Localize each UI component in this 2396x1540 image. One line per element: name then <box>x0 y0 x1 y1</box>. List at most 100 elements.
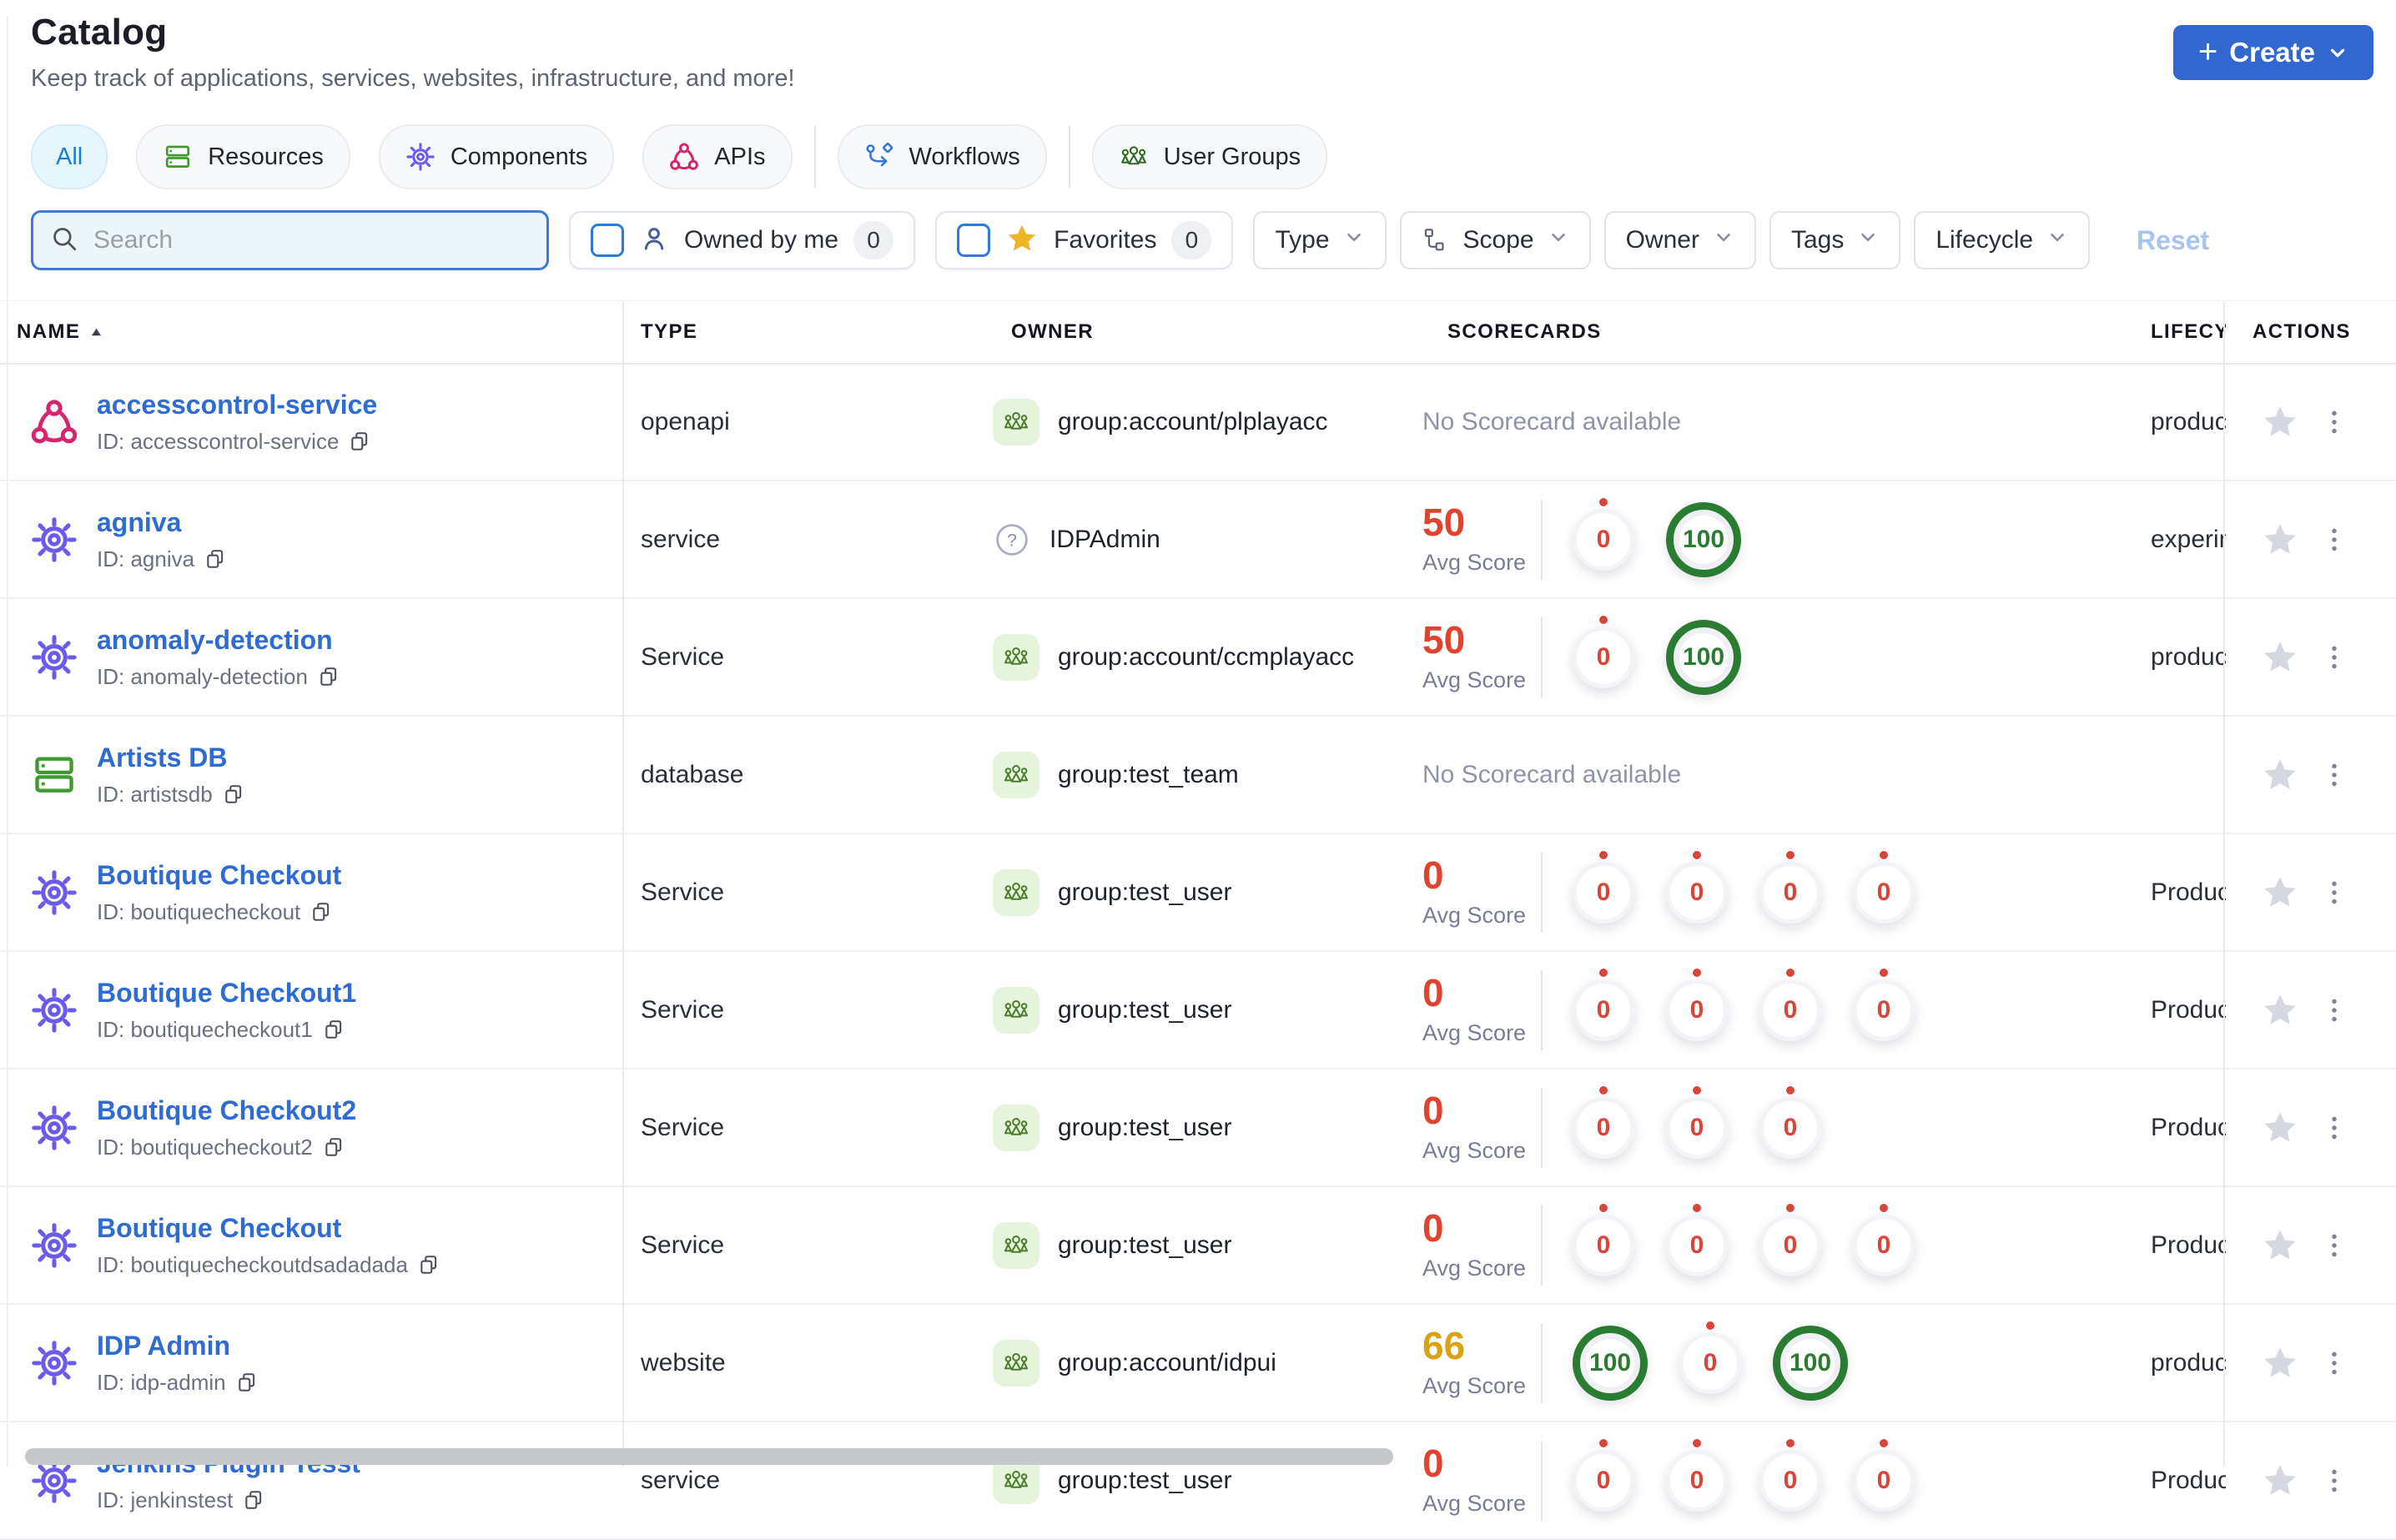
scorecard-circle[interactable]: 0 <box>1853 1203 1915 1276</box>
filter-dropdown-lifecycle[interactable]: Lifecycle <box>1914 211 2091 269</box>
search-input[interactable] <box>92 225 479 255</box>
lifecycle-cell: Production <box>2151 1113 2226 1141</box>
avg-score-label: Avg Score <box>1422 1373 1527 1398</box>
scorecard-circle[interactable]: 0 <box>1666 1203 1728 1276</box>
scorecard-circle[interactable]: 0 <box>1573 1438 1634 1512</box>
tab-workflows[interactable]: Workflows <box>837 124 1047 189</box>
scorecard-circle[interactable]: 0 <box>1573 497 1634 571</box>
filter-dropdown-scope[interactable]: Scope <box>1399 211 1591 269</box>
copy-icon[interactable] <box>323 1136 345 1158</box>
owned-by-me-filter[interactable]: Owned by me 0 <box>569 211 916 269</box>
scorecard-circle[interactable]: 100 <box>1666 619 1741 695</box>
copy-icon[interactable] <box>204 548 226 570</box>
scorecard-circle[interactable]: 0 <box>1573 615 1634 688</box>
scorecard-circle[interactable]: 0 <box>1666 1085 1728 1159</box>
kebab-menu-button[interactable] <box>2328 1115 2341 1140</box>
filter-dropdown-type[interactable]: Type <box>1253 211 1387 269</box>
scorecard-circle[interactable]: 0 <box>1666 850 1728 923</box>
column-header-name[interactable]: NAME <box>0 301 622 363</box>
kebab-menu-button[interactable] <box>2328 762 2341 788</box>
scorecard-circle[interactable]: 0 <box>1759 1203 1821 1276</box>
horizontal-scrollbar[interactable] <box>25 1448 1393 1465</box>
copy-icon[interactable] <box>310 901 332 923</box>
scorecard-circle[interactable]: 0 <box>1573 968 1634 1041</box>
favorite-star-button[interactable] <box>2261 521 2299 559</box>
kebab-menu-button[interactable] <box>2328 645 2341 670</box>
scorecard-circle[interactable]: 0 <box>1853 1438 1915 1512</box>
copy-icon[interactable] <box>349 430 370 452</box>
tab-resources[interactable]: Resources <box>136 124 350 189</box>
entity-name-link[interactable]: Boutique Checkout <box>97 1213 440 1244</box>
entity-name-link[interactable]: anomaly-detection <box>97 625 340 656</box>
kebab-menu-button[interactable] <box>2328 1468 2341 1493</box>
scorecard-circle[interactable]: 0 <box>1666 1438 1728 1512</box>
kebab-menu-button[interactable] <box>2328 1351 2341 1376</box>
reset-button[interactable]: Reset <box>2137 225 2209 256</box>
kebab-menu-button[interactable] <box>2328 998 2341 1023</box>
owner-cell: group:test_team <box>993 717 1422 833</box>
favorite-star-button[interactable] <box>2261 991 2299 1029</box>
entity-name-link[interactable]: Boutique Checkout <box>97 860 341 891</box>
favorite-star-button[interactable] <box>2261 1109 2299 1147</box>
entity-id: ID: jenkinstest <box>97 1487 360 1513</box>
workflow-icon <box>864 142 894 172</box>
tab-apis[interactable]: APIs <box>642 124 793 189</box>
favorite-star-button[interactable] <box>2261 403 2299 441</box>
scorecard-circle[interactable]: 0 <box>1759 1085 1821 1159</box>
copy-icon[interactable] <box>323 1019 345 1040</box>
name-cell: agniva ID: agniva <box>0 481 622 597</box>
name-cell: IDP Admin ID: idp-admin <box>0 1305 622 1421</box>
entity-name-link[interactable]: Boutique Checkout1 <box>97 978 356 1009</box>
copy-icon[interactable] <box>223 783 244 805</box>
entity-name-link[interactable]: accesscontrol-service <box>97 390 377 420</box>
favorite-star-button[interactable] <box>2261 1344 2299 1382</box>
copy-icon[interactable] <box>236 1371 258 1393</box>
favorites-filter[interactable]: Favorites 0 <box>935 211 1234 269</box>
filter-dropdown-owner[interactable]: Owner <box>1603 211 1756 269</box>
scorecard-circle[interactable]: 0 <box>1679 1321 1741 1394</box>
kebab-menu-button[interactable] <box>2328 880 2341 905</box>
search-box[interactable] <box>31 210 549 270</box>
table-row: Boutique Checkout1 ID: boutiquecheckout1 S… <box>0 952 2396 1069</box>
favorite-star-button[interactable] <box>2261 873 2299 912</box>
copy-icon[interactable] <box>243 1489 264 1511</box>
copy-icon[interactable] <box>318 666 340 687</box>
favorite-star-button[interactable] <box>2261 756 2299 794</box>
kebab-menu-button[interactable] <box>2328 1233 2341 1258</box>
scorecard-circle[interactable]: 0 <box>1853 850 1915 923</box>
group-icon <box>993 751 1039 798</box>
scorecard-circle[interactable]: 0 <box>1573 850 1634 923</box>
owned-by-me-checkbox[interactable] <box>591 224 624 257</box>
table-row: Boutique Checkout ID: boutiquecheckout Ser… <box>0 834 2396 952</box>
scorecard-circle[interactable]: 0 <box>1759 850 1821 923</box>
entity-name-link[interactable]: agniva <box>97 507 226 538</box>
favorites-checkbox[interactable] <box>957 224 991 257</box>
favorites-count: 0 <box>1171 221 1212 259</box>
tab-all[interactable]: All <box>31 124 108 189</box>
scorecard-circle[interactable]: 0 <box>1666 968 1728 1041</box>
scorecard-circle[interactable]: 0 <box>1573 1203 1634 1276</box>
favorite-star-button[interactable] <box>2261 638 2299 677</box>
create-button[interactable]: + Create <box>2172 25 2373 80</box>
favorite-star-button[interactable] <box>2261 1226 2299 1265</box>
filter-dropdown-tags[interactable]: Tags <box>1769 211 1901 269</box>
scorecard-circle[interactable]: 100 <box>1573 1325 1648 1401</box>
scorecard-circle[interactable]: 0 <box>1853 968 1915 1041</box>
scorecard-circle[interactable]: 0 <box>1759 1438 1821 1512</box>
tab-user-groups[interactable]: User Groups <box>1091 124 1328 189</box>
entity-name-link[interactable]: Boutique Checkout2 <box>97 1095 356 1126</box>
type-cell: Service <box>641 1230 725 1259</box>
favorite-star-button[interactable] <box>2261 1462 2299 1500</box>
scorecard-circle[interactable]: 0 <box>1759 968 1821 1041</box>
kebab-menu-button[interactable] <box>2328 527 2341 552</box>
tab-components[interactable]: Components <box>378 124 615 189</box>
scorecard-circle[interactable]: 0 <box>1573 1085 1634 1159</box>
entity-name-link[interactable]: Artists DB <box>97 742 244 773</box>
copy-icon[interactable] <box>418 1254 440 1276</box>
type-cell: service <box>641 525 721 553</box>
entity-name-link[interactable]: IDP Admin <box>97 1331 258 1361</box>
scorecard-circle[interactable]: 100 <box>1666 501 1741 577</box>
type-cell: service <box>641 1466 721 1494</box>
kebab-menu-button[interactable] <box>2328 410 2341 435</box>
scorecard-circle[interactable]: 100 <box>1773 1325 1848 1401</box>
